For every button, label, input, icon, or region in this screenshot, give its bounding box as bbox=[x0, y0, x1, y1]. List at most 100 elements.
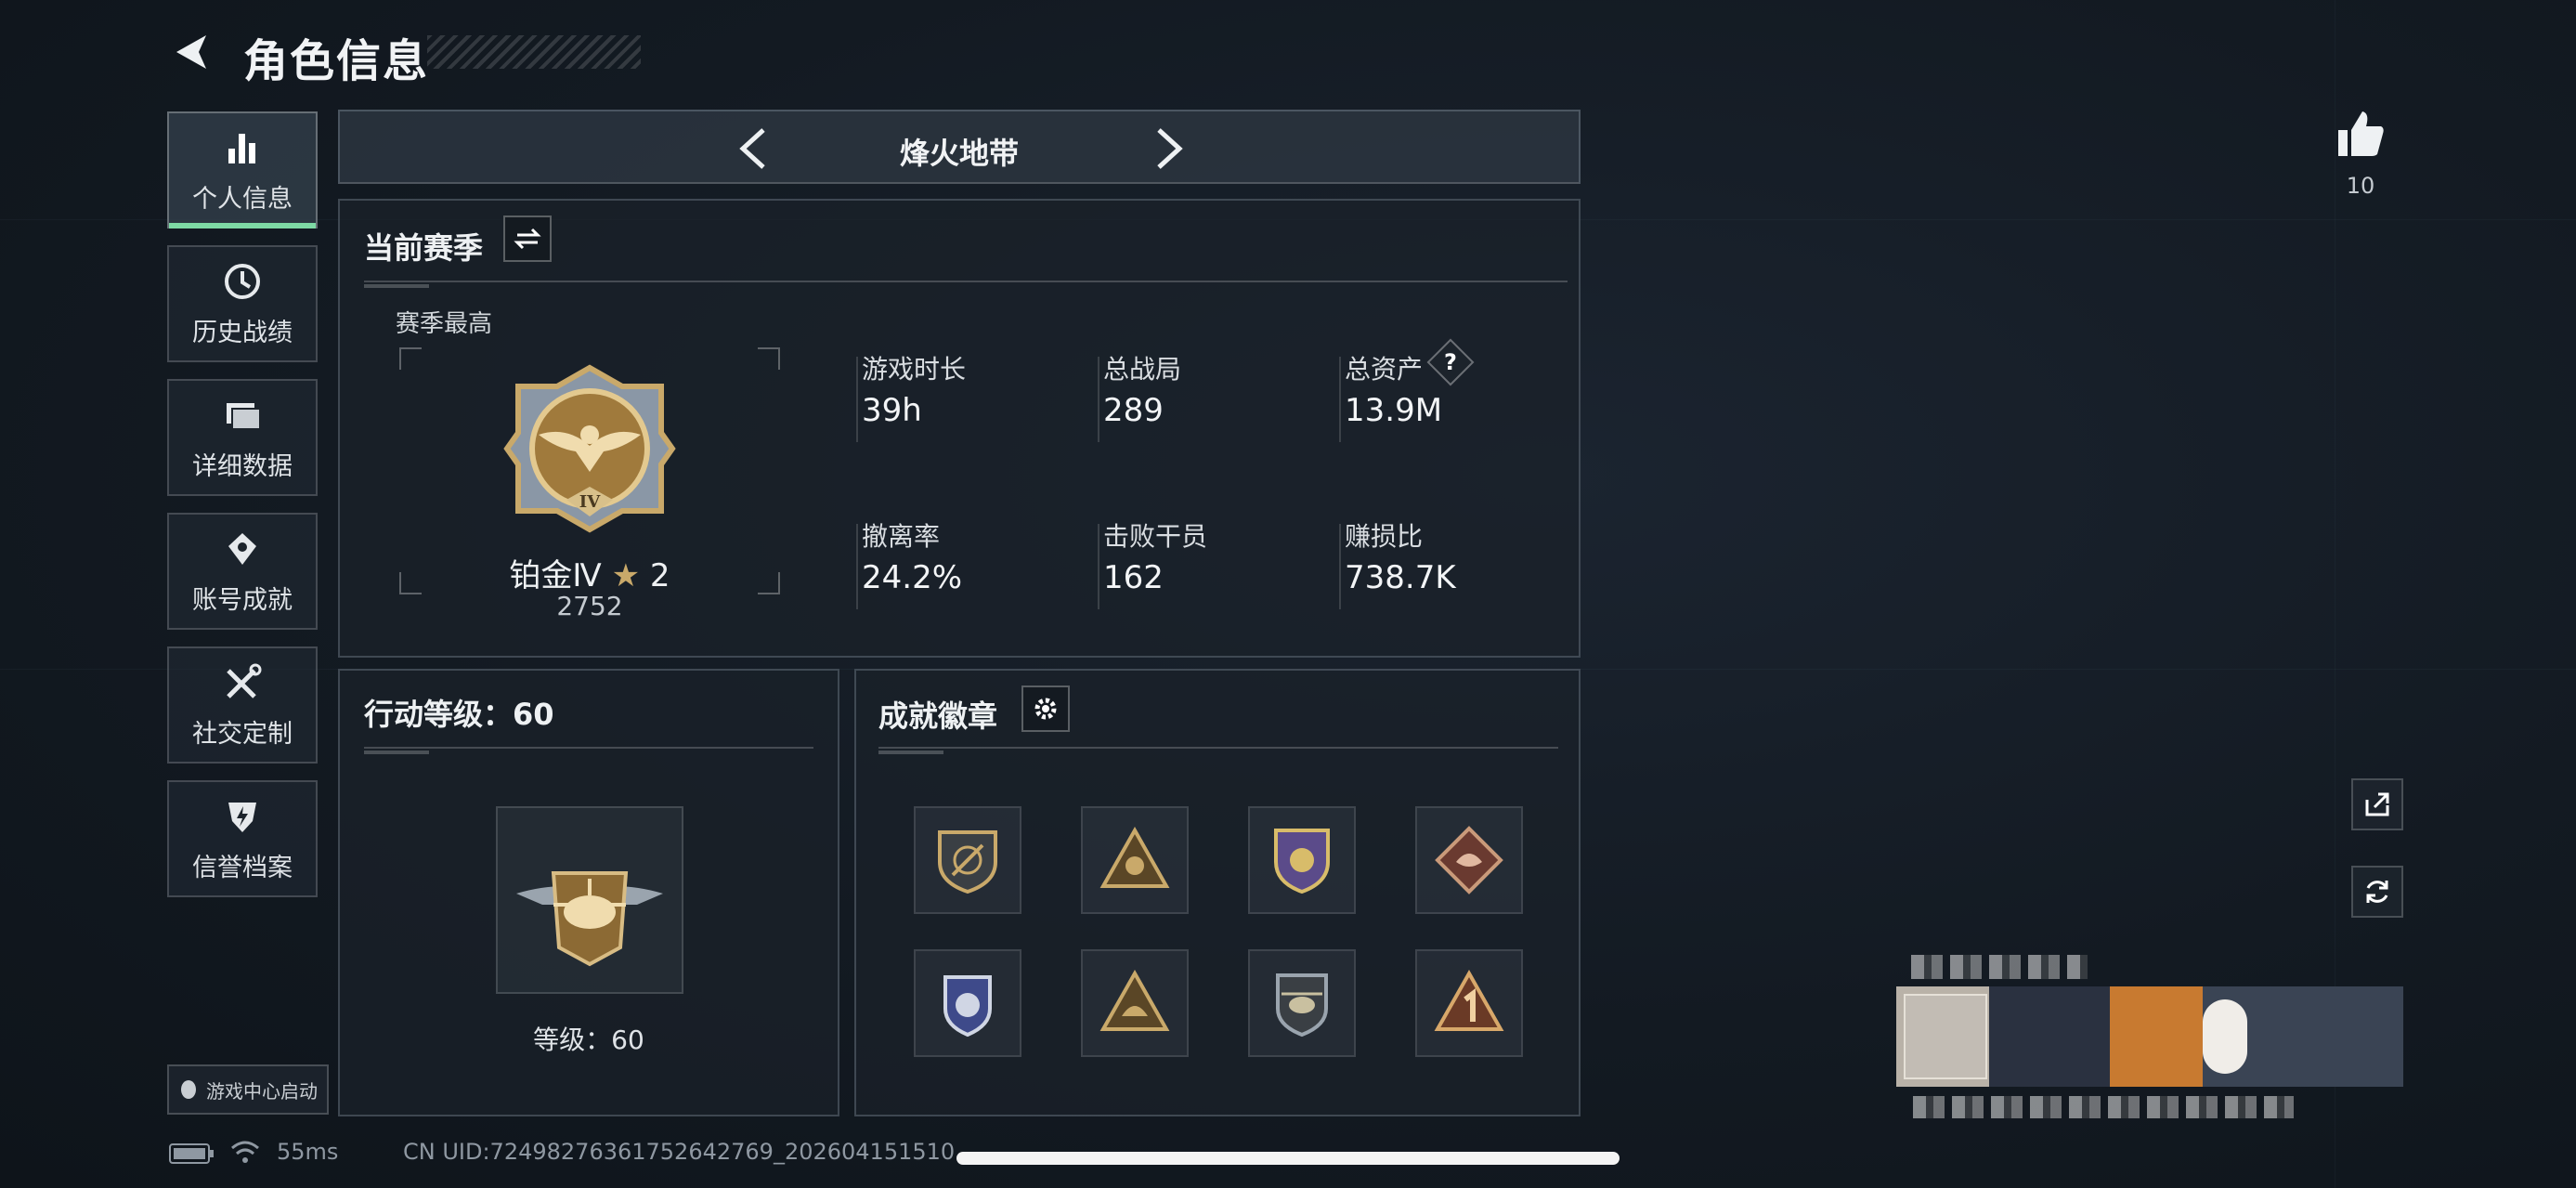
triangle-crest-badge-icon bbox=[1099, 826, 1170, 888]
pixelated-name bbox=[1911, 955, 2088, 979]
badges-title: 成就徽章 bbox=[878, 698, 998, 734]
mode-selector: 烽火地带 bbox=[338, 110, 1581, 184]
sidebar-item-label: 历史战绩 bbox=[192, 318, 293, 347]
swap-arrows-icon bbox=[514, 228, 541, 250]
stat-label: 总资产 bbox=[1345, 354, 1424, 385]
pixelated-info bbox=[1913, 1096, 2294, 1118]
season-title: 当前赛季 bbox=[364, 230, 484, 266]
help-icon-label: ? bbox=[1444, 349, 1457, 375]
share-button[interactable] bbox=[2351, 778, 2403, 830]
game-center-launch-button[interactable]: 游戏中心启动 bbox=[167, 1064, 329, 1115]
back-arrow-icon bbox=[176, 35, 206, 69]
stat-label: 撤离率 bbox=[862, 521, 941, 552]
dragon-diamond-badge-icon bbox=[1435, 826, 1503, 894]
folder-icon bbox=[227, 402, 261, 430]
refresh-button[interactable] bbox=[2351, 866, 2403, 918]
badges-panel: 成就徽章 bbox=[854, 669, 1581, 1116]
season-panel: 当前赛季 赛季最高 IV 铂金Ⅳ ★ 2 2752 游戏时长 39h 总战局 2… bbox=[338, 199, 1581, 658]
stat-value: 13.9M bbox=[1345, 392, 1443, 429]
badge-settings-button[interactable] bbox=[1021, 685, 1070, 732]
avatar bbox=[1904, 994, 1987, 1079]
sidebar-item-social[interactable]: 社交定制 bbox=[167, 646, 318, 764]
stat-divider bbox=[1339, 524, 1341, 609]
battery-icon bbox=[169, 1143, 214, 1164]
rank-name: 铂金Ⅳ ★ 2 bbox=[399, 550, 780, 595]
stat-value: 162 bbox=[1103, 559, 1164, 596]
stat-label: 游戏时长 bbox=[862, 354, 967, 385]
back-button[interactable] bbox=[167, 28, 215, 76]
home-indicator[interactable] bbox=[956, 1152, 1620, 1165]
level-panel: 行动等级：60 等级：60 bbox=[338, 669, 839, 1116]
badge-slot[interactable] bbox=[914, 806, 1021, 914]
level-caption: 等级：60 bbox=[533, 1025, 644, 1055]
sidebar-item-history[interactable]: 历史战绩 bbox=[167, 245, 318, 362]
badge-slot[interactable] bbox=[1081, 949, 1189, 1057]
level-emblem-frame bbox=[496, 806, 683, 994]
stat-label: 击败干员 bbox=[1103, 521, 1208, 552]
rank-score: 2752 bbox=[556, 591, 623, 621]
stat-divider bbox=[856, 357, 858, 442]
stat-divider bbox=[1098, 357, 1099, 442]
helmet-triangle-badge-icon bbox=[1099, 969, 1170, 1031]
police-badge-icon bbox=[943, 975, 992, 1038]
next-mode-arrow-icon[interactable] bbox=[1148, 124, 1190, 173]
sidebar-item-label: 信誉档案 bbox=[192, 853, 293, 882]
title-decoration bbox=[427, 35, 641, 69]
stat-divider bbox=[1098, 524, 1099, 609]
sidebar-item-personal-info[interactable]: 个人信息 bbox=[167, 111, 318, 228]
tools-icon bbox=[227, 663, 262, 698]
badge-slot[interactable] bbox=[1248, 806, 1356, 914]
platinum-rank-emblem-icon: IV bbox=[503, 364, 676, 533]
section-divider bbox=[364, 747, 813, 754]
mode-name: 烽火地带 bbox=[899, 136, 1019, 171]
game-center-label: 游戏中心启动 bbox=[206, 1079, 318, 1103]
stat-value: 738.7K bbox=[1345, 559, 1456, 596]
badge-slot[interactable] bbox=[1081, 806, 1189, 914]
helicopter-level-emblem-icon bbox=[516, 871, 663, 967]
rifle-shield-badge-icon bbox=[938, 830, 997, 894]
rank-star-icon: ★ bbox=[611, 557, 641, 594]
section-divider bbox=[364, 281, 1568, 288]
sidebar-item-reputation[interactable]: 信誉档案 bbox=[167, 780, 318, 897]
number-one-badge-icon bbox=[1434, 969, 1504, 1031]
rank-emblem-numeral: IV bbox=[579, 492, 601, 512]
sidebar-item-label: 详细数据 bbox=[192, 451, 293, 481]
refresh-icon bbox=[2366, 881, 2388, 903]
sidebar-item-label: 社交定制 bbox=[192, 719, 293, 749]
wifi-icon bbox=[231, 1141, 259, 1163]
badge-slot[interactable] bbox=[914, 949, 1021, 1057]
uid-text: CN UID:7249827636175264276​9_20260415151… bbox=[403, 1139, 956, 1165]
sidebar-item-label: 账号成就 bbox=[192, 585, 293, 615]
stat-label: 总战局 bbox=[1103, 354, 1182, 385]
sidebar-item-label: 个人信息 bbox=[192, 184, 293, 214]
helicopter-badge-icon bbox=[1276, 973, 1328, 1038]
like-count: 10 bbox=[2346, 173, 2375, 199]
stat-label: 赚损比 bbox=[1345, 521, 1424, 552]
stat-divider bbox=[856, 524, 858, 609]
gear-icon bbox=[1034, 698, 1057, 720]
badge-slot[interactable] bbox=[1248, 949, 1356, 1057]
switch-season-button[interactable] bbox=[503, 215, 552, 262]
ping-value: 55ms bbox=[277, 1139, 339, 1165]
rank-stars: 2 bbox=[649, 557, 670, 594]
page-title: 角色信息 bbox=[243, 35, 430, 87]
sidebar-item-achievements[interactable]: 账号成就 bbox=[167, 513, 318, 630]
badge-slot[interactable] bbox=[1415, 806, 1523, 914]
thumbs-up-icon[interactable] bbox=[2333, 106, 2387, 160]
stat-value: 39h bbox=[862, 392, 922, 429]
purple-shield-badge-icon bbox=[1274, 829, 1330, 894]
clock-icon bbox=[225, 263, 260, 299]
badge-slot[interactable] bbox=[1415, 949, 1523, 1057]
sidebar-item-detailed-data[interactable]: 详细数据 bbox=[167, 379, 318, 496]
stat-value: 289 bbox=[1103, 392, 1164, 429]
level-title: 行动等级：60 bbox=[364, 697, 554, 732]
season-best-label: 赛季最高 bbox=[396, 310, 493, 338]
stat-divider bbox=[1339, 357, 1341, 442]
share-icon bbox=[2365, 792, 2389, 816]
character-figure bbox=[2203, 999, 2247, 1074]
shield-bolt-icon bbox=[228, 802, 256, 832]
rank-name-text: 铂金Ⅳ bbox=[509, 557, 602, 594]
frame-corner bbox=[399, 347, 422, 370]
stat-value: 24.2% bbox=[862, 559, 963, 596]
frame-corner bbox=[758, 347, 780, 370]
